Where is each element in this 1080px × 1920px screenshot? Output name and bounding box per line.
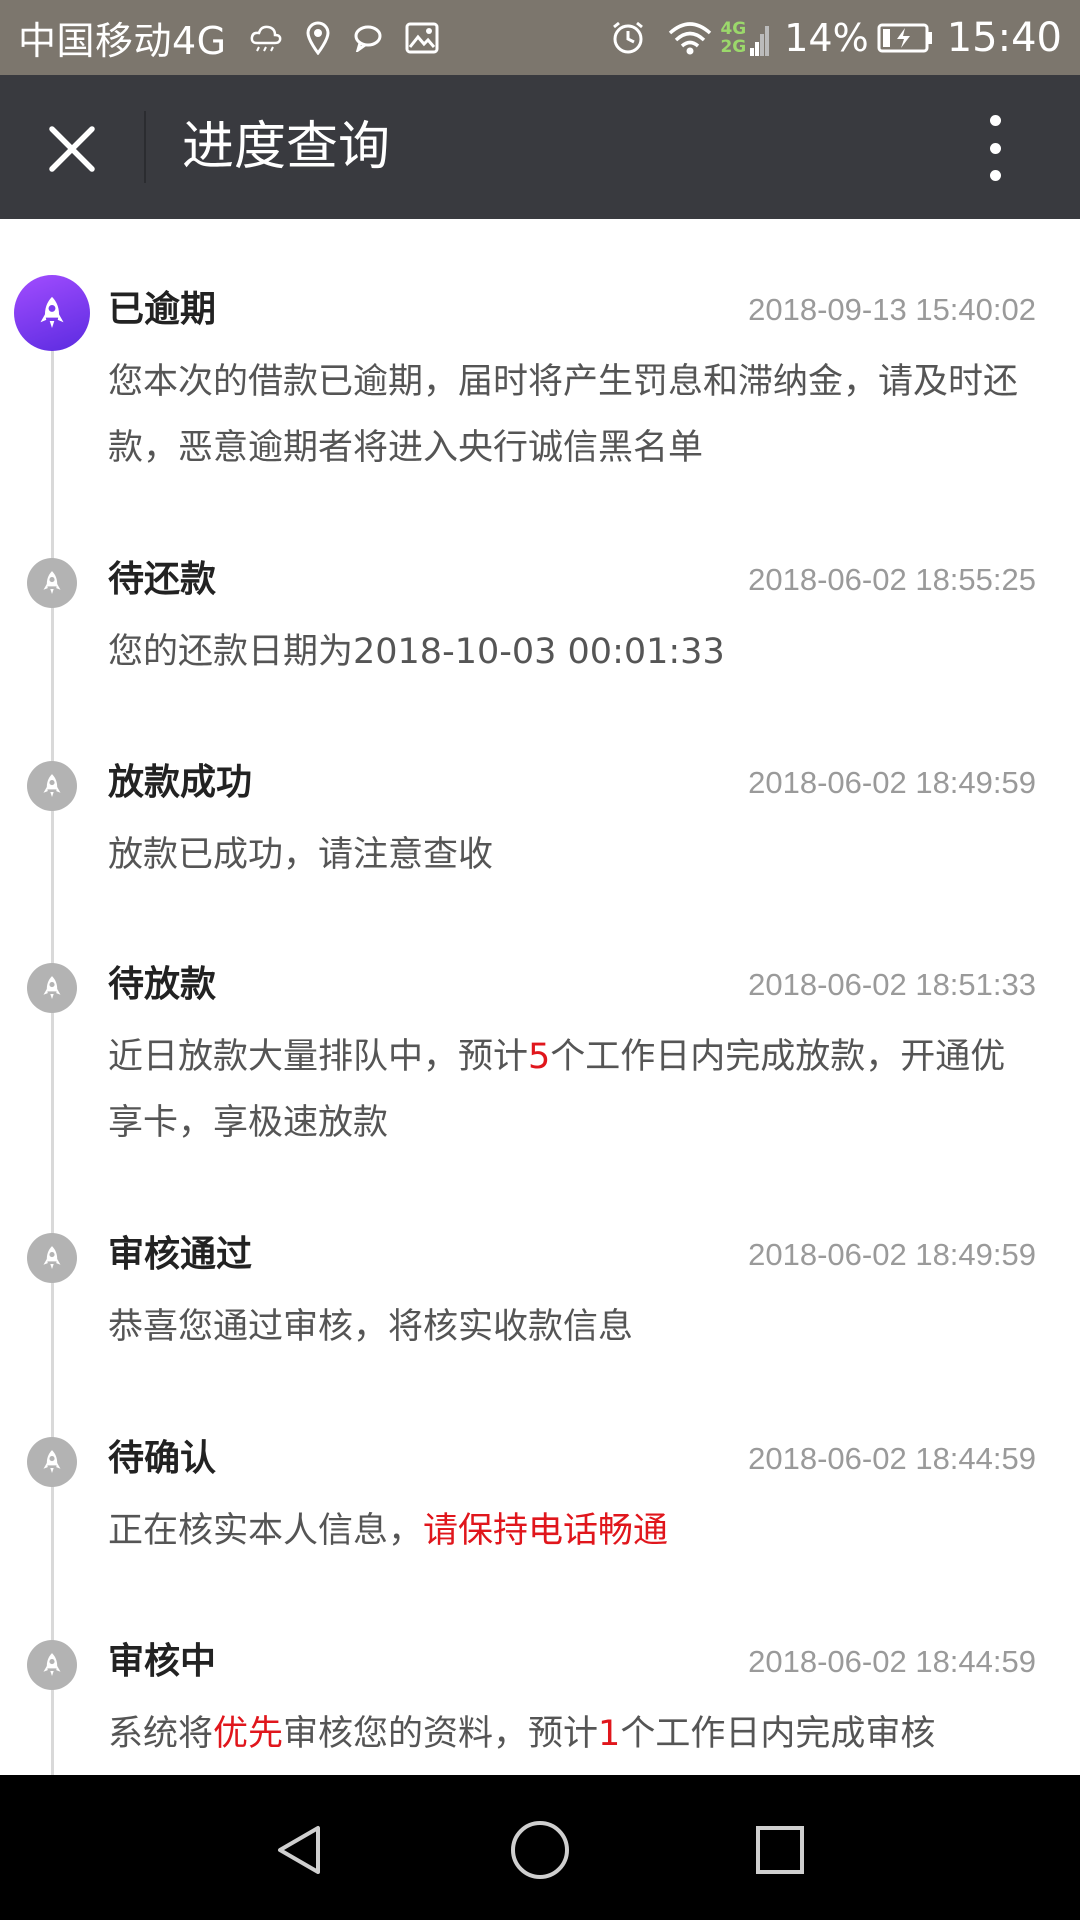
- rocket-icon: [27, 1640, 77, 1690]
- back-button[interactable]: [255, 1805, 345, 1895]
- rocket-icon: [27, 963, 77, 1013]
- weather-cloud-icon: [249, 23, 283, 53]
- close-button[interactable]: [40, 119, 104, 179]
- wifi-icon: [668, 21, 712, 55]
- highlight-text: 优先: [213, 1714, 284, 1754]
- entry-description: 放款已成功，请注意查收: [108, 822, 1038, 888]
- highlight-text: 请保持电话畅通: [423, 1511, 669, 1551]
- network-type: 4G 2G: [720, 20, 746, 56]
- entry-time: 2018-06-02 18:55:25: [748, 562, 1036, 597]
- back-triangle-icon: [278, 1826, 320, 1874]
- description-text: 系统将: [108, 1714, 214, 1754]
- description-text: 放款已成功，请注意查收: [108, 835, 494, 875]
- entry-time: 2018-06-02 18:49:59: [748, 1237, 1036, 1272]
- description-text: 审核您的资料，预计: [283, 1714, 599, 1754]
- network-2g-label: 2G: [720, 36, 747, 57]
- battery-percent: 14%: [784, 15, 869, 60]
- chat-bubble-icon: [353, 24, 383, 52]
- description-text: 恭喜您通过审核，将核实收款信息: [108, 1307, 634, 1347]
- rocket-icon: [27, 1437, 77, 1487]
- description-text: 您本次的借款已逾期，届时将产生罚息和滞纳金，请及时还款，恶意逾期者将进入央行诚信…: [108, 362, 1019, 468]
- entry-description: 正在核实本人信息，请保持电话畅通: [108, 1498, 1038, 1564]
- carrier-label: 中国移动4G: [18, 19, 227, 63]
- entry-status: 已逾期: [108, 289, 217, 330]
- title-bar: 进度查询: [0, 75, 1080, 219]
- description-text: 正在核实本人信息，: [108, 1511, 424, 1551]
- alarm-icon: [610, 20, 646, 56]
- rocket-icon: [27, 1233, 77, 1283]
- progress-timeline[interactable]: 已逾期 2018-09-13 15:40:02 您本次的借款已逾期，届时将产生罚息和…: [0, 219, 1080, 1775]
- entry-time: 2018-06-02 18:51:33: [748, 967, 1036, 1002]
- rocket-icon: [27, 761, 77, 811]
- more-options-button[interactable]: [975, 115, 1015, 181]
- navigation-bar: [0, 1775, 1080, 1920]
- highlight-text: 5: [528, 1037, 551, 1077]
- recents-square-icon: [756, 1826, 804, 1874]
- entry-time: 2018-09-13 15:40:02: [748, 292, 1036, 327]
- rocket-icon: [27, 558, 77, 608]
- entry-status: 审核通过: [108, 1234, 253, 1275]
- location-pin-icon: [305, 21, 331, 55]
- entry-status: 放款成功: [108, 762, 253, 803]
- home-button[interactable]: [495, 1805, 585, 1895]
- status-bar: 中国移动4G 4G 2G 14% 15:40: [0, 0, 1080, 75]
- home-circle-icon: [511, 1821, 569, 1879]
- entry-status: 待确认: [108, 1438, 217, 1479]
- entry-status: 待放款: [108, 964, 217, 1005]
- entry-description: 恭喜您通过审核，将核实收款信息: [108, 1294, 1038, 1360]
- image-icon: [405, 22, 439, 54]
- entry-description: 近日放款大量排队中，预计5个工作日内完成放款，开通优享卡，享极速放款: [108, 1024, 1038, 1156]
- entry-description: 系统将优先审核您的资料，预计1个工作日内完成审核: [108, 1701, 1038, 1767]
- description-text: 个工作日内完成审核: [620, 1714, 936, 1754]
- more-vertical-icon: [989, 115, 1001, 126]
- network-4g-label: 4G: [720, 18, 747, 39]
- entry-time: 2018-06-02 18:44:59: [748, 1644, 1036, 1679]
- highlight-text: 1: [598, 1714, 621, 1754]
- entry-description: 您的还款日期为2018-10-03 00:01:33: [108, 619, 1038, 685]
- entry-time: 2018-06-02 18:44:59: [748, 1441, 1036, 1476]
- entry-status: 审核中: [108, 1641, 217, 1682]
- close-icon: [49, 126, 95, 172]
- entry-time: 2018-06-02 18:49:59: [748, 765, 1036, 800]
- page-title: 进度查询: [182, 117, 391, 177]
- battery-charging-icon: [877, 23, 933, 53]
- description-text: 近日放款大量排队中，预计: [108, 1037, 529, 1077]
- signal-icon: [750, 20, 770, 56]
- rocket-icon: [14, 275, 90, 351]
- description-text: 您的还款日期为2018-10-03 00:01:33: [108, 632, 725, 672]
- timeline-line: [51, 314, 54, 1775]
- entry-status: 待还款: [108, 559, 217, 600]
- recents-button[interactable]: [735, 1805, 825, 1895]
- title-divider: [144, 111, 146, 183]
- clock-time: 15:40: [946, 14, 1062, 61]
- entry-description: 您本次的借款已逾期，届时将产生罚息和滞纳金，请及时还款，恶意逾期者将进入央行诚信…: [108, 349, 1038, 481]
